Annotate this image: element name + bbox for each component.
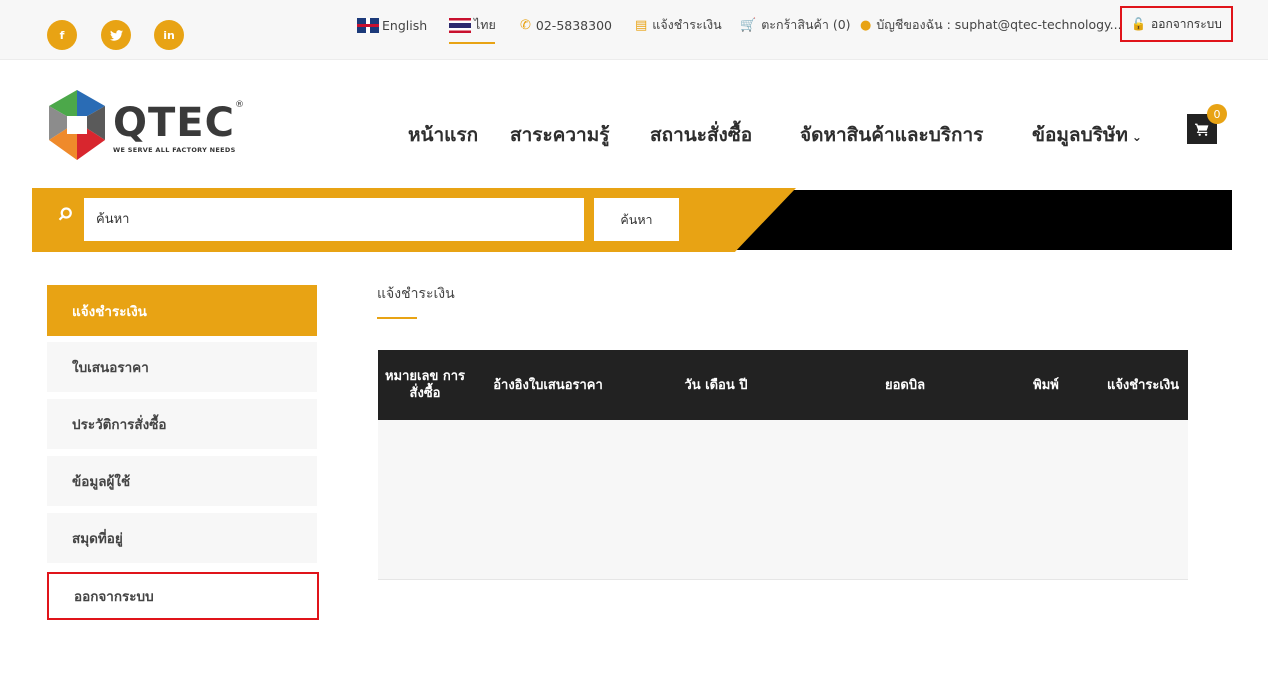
unlock-icon: 🔓 xyxy=(1131,17,1147,31)
twitter-icon[interactable] xyxy=(101,20,131,50)
uk-flag-icon xyxy=(357,17,379,33)
user-icon: ● xyxy=(860,17,872,33)
nav-company-label: ข้อมูลบริษัท xyxy=(1032,124,1128,146)
payment-link[interactable]: ▤ แจ้งชำระเงิน xyxy=(635,16,722,34)
payment-label: แจ้งชำระเงิน xyxy=(652,17,722,32)
account-label: บัญชีของฉัน : suphat@qtec-technology... xyxy=(876,17,1122,32)
column-bill-amount: ยอดบิล xyxy=(884,378,926,393)
search-button[interactable]: ค้นหา xyxy=(594,198,679,241)
language-thai[interactable]: ไทย xyxy=(449,16,496,34)
sidebar-item-user-info[interactable]: ข้อมูลผู้ใช้ xyxy=(47,456,317,506)
payment-table-body xyxy=(378,420,1188,580)
top-bar: f in English ไทย ✆ 02-5838300 ▤ แจ้งชำระ… xyxy=(0,0,1268,60)
sidebar-item-payment[interactable]: แจ้งชำระเงิน xyxy=(47,285,317,336)
sidebar-item-order-history[interactable]: ประวัติการสั่งซื้อ xyxy=(47,399,317,449)
search-icon xyxy=(58,207,73,226)
facebook-icon[interactable]: f xyxy=(47,20,77,50)
logout-link[interactable]: 🔓 ออกจากระบบ xyxy=(1120,6,1233,42)
sidebar-item-logout[interactable]: ออกจากระบบ xyxy=(47,572,319,620)
phone-icon: ✆ xyxy=(520,17,531,33)
active-language-indicator xyxy=(449,42,495,44)
qtec-hexagon-icon xyxy=(49,90,105,160)
column-notify-payment: แจ้งชำระเงิน xyxy=(1106,378,1180,393)
sidebar-item-address-book[interactable]: สมุดที่อยู่ xyxy=(47,513,317,563)
search-input[interactable] xyxy=(84,198,584,241)
column-date: วัน เดือน ปี xyxy=(684,378,748,393)
cart-link[interactable]: 🛒 ตะกร้าสินค้า (0) xyxy=(740,16,851,34)
page-title: แจ้งชำระเงิน xyxy=(377,286,455,302)
logo-registered-mark: ® xyxy=(235,100,244,110)
column-quotation-ref: อ้างอิงใบเสนอราคา xyxy=(493,378,603,393)
nav-procurement[interactable]: จัดหาสินค้าและบริการ xyxy=(800,120,983,150)
cart-icon xyxy=(1195,123,1209,136)
language-english-label: English xyxy=(382,17,428,33)
money-icon: ▤ xyxy=(635,17,648,33)
nav-order-status[interactable]: สถานะสั่งซื้อ xyxy=(650,120,752,150)
nav-home[interactable]: หน้าแรก xyxy=(408,120,478,150)
language-thai-label: ไทย xyxy=(474,17,496,32)
cart-icon: 🛒 xyxy=(740,17,757,33)
cart-label: ตะกร้าสินค้า (0) xyxy=(761,17,851,32)
column-order-number: หมายเลข การ สั่งซื้อ xyxy=(384,369,466,401)
linkedin-icon[interactable]: in xyxy=(154,20,184,50)
nav-knowledge[interactable]: สาระความรู้ xyxy=(510,120,609,150)
sidebar-item-quotation[interactable]: ใบเสนอราคา xyxy=(47,342,317,392)
chevron-down-icon: ⌄ xyxy=(1131,130,1142,144)
phone-number: 02-5838300 xyxy=(535,17,612,33)
logout-label: ออกจากระบบ xyxy=(1151,16,1222,31)
thai-flag-icon xyxy=(449,17,471,33)
cart-count-badge: 0 xyxy=(1207,104,1227,124)
logo-wordmark: QTEC xyxy=(113,100,235,146)
language-english[interactable]: English xyxy=(357,16,427,34)
nav-company[interactable]: ข้อมูลบริษัท ⌄ xyxy=(1032,120,1142,150)
account-link[interactable]: ● บัญชีของฉัน : suphat@qtec-technology..… xyxy=(860,16,1122,34)
title-underline xyxy=(377,317,417,319)
column-print: พิมพ์ xyxy=(1033,378,1059,393)
logo-tagline: WE SERVE ALL FACTORY NEEDS xyxy=(113,146,236,154)
phone-link[interactable]: ✆ 02-5838300 xyxy=(520,16,612,34)
qtec-logo[interactable]: QTEC ® WE SERVE ALL FACTORY NEEDS xyxy=(45,90,245,160)
